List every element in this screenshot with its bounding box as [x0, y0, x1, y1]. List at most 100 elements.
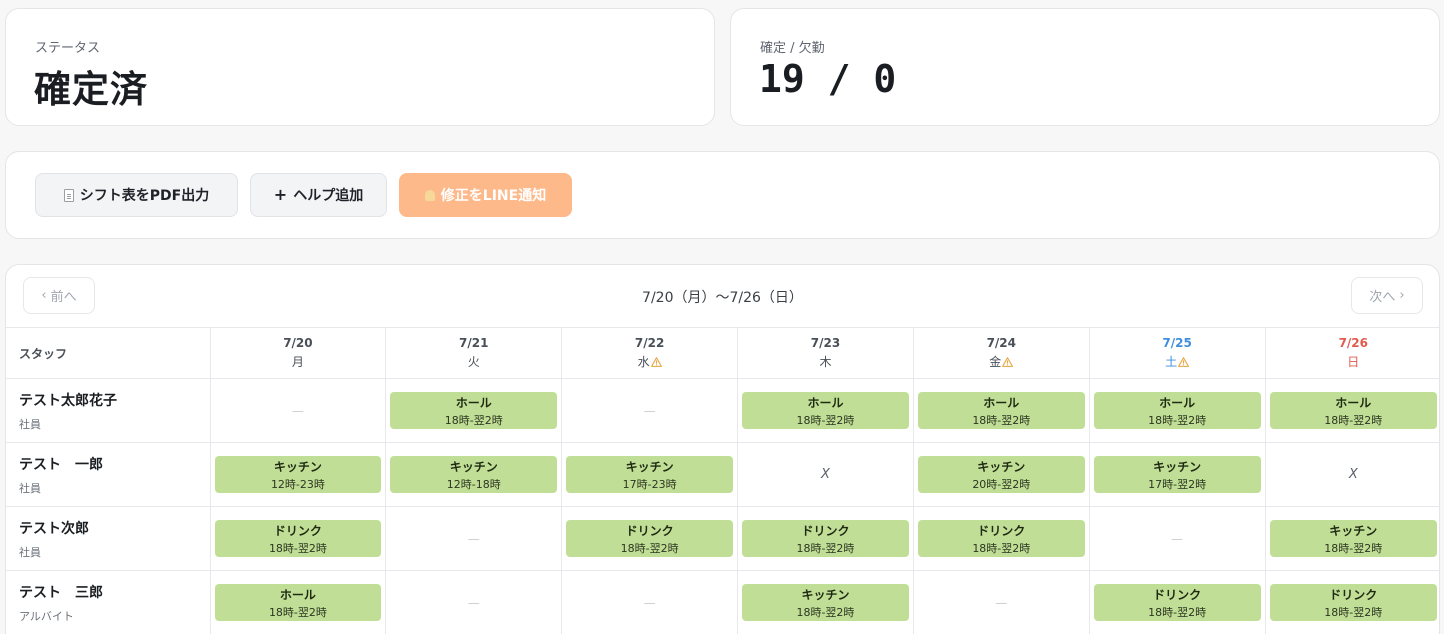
staff-role: 社員 [19, 481, 41, 495]
shift-cell[interactable]: X [737, 442, 914, 507]
day-of-week: 水 [562, 353, 737, 370]
shift-cell[interactable]: X [1265, 442, 1439, 507]
export-pdf-button[interactable]: シフト表をPDF出力 [35, 173, 238, 217]
shift-cell[interactable]: — [913, 570, 1090, 634]
shift-cell[interactable]: ホール 18時-翌2時 [210, 570, 387, 634]
table-row: テスト太郎花子 社員 — ホール 18時-翌2時 — ホール 18時-翌2時 ホール 18時-翌2… [6, 378, 1439, 443]
confirmed-absent-card: 確定 / 欠勤 19 / 0 [730, 8, 1440, 126]
shift-block[interactable]: ホール 18時-翌2時 [1093, 392, 1261, 429]
shift-block[interactable]: ドリンク 18時-翌2時 [917, 520, 1085, 557]
shift-cell[interactable]: — [210, 378, 387, 443]
shift-block[interactable]: キッチン 18時-翌2時 [742, 584, 909, 622]
shift-cell[interactable]: ドリンク 18時-翌2時 [737, 506, 914, 571]
shift-block[interactable]: ドリンク 18時-翌2時 [566, 520, 734, 557]
shift-role: キッチン [801, 587, 850, 602]
day-of-week-label: 水 [637, 355, 650, 369]
day-of-week: 火 [386, 353, 561, 370]
staff-name: テスト次郎 [19, 520, 89, 537]
shift-block[interactable]: ドリンク 18時-翌2時 [1269, 584, 1437, 622]
shift-block[interactable]: ホール 18時-翌2時 [214, 584, 382, 622]
shift-cell[interactable]: キッチン 20時-翌2時 [913, 442, 1090, 507]
day-of-week: 金 [914, 353, 1089, 370]
notify-line-label: 修正をLINE通知 [440, 188, 547, 204]
day-header: 7/25 土 [1089, 327, 1266, 379]
shift-time: 18時-翌2時 [620, 541, 679, 555]
staff-name: テスト 三郎 [19, 584, 103, 601]
staff-cell: テスト 三郎 アルバイト [6, 570, 211, 634]
shift-cell[interactable]: キッチン 18時-翌2時 [737, 570, 914, 634]
shift-cell[interactable]: ホール 18時-翌2時 [737, 378, 914, 443]
shift-time: 18時-翌2時 [1324, 605, 1383, 619]
warning-icon [1002, 357, 1014, 367]
day-of-week: 土 [1090, 353, 1265, 370]
day-of-week: 月 [211, 353, 386, 370]
shift-cell[interactable]: ホール 18時-翌2時 [1089, 378, 1266, 443]
shift-role: ドリンク [977, 523, 1026, 538]
shift-cell[interactable]: — [385, 570, 563, 634]
shift-cell[interactable]: ドリンク 18時-翌2時 [913, 506, 1090, 571]
shift-block[interactable]: キッチン 12時-23時 [214, 456, 382, 493]
shift-role: ホール [983, 395, 1020, 410]
shift-block[interactable]: ホール 18時-翌2時 [390, 392, 558, 429]
day-of-week-label: 月 [291, 355, 304, 369]
shift-cell[interactable]: — [1089, 506, 1266, 571]
shift-block[interactable]: キッチン 20時-翌2時 [917, 456, 1085, 493]
shift-block[interactable]: キッチン 17時-翌2時 [1093, 456, 1261, 493]
empty-mark: — [467, 531, 480, 546]
shift-cell[interactable]: — [561, 378, 739, 443]
add-help-button[interactable]: + ヘルプ追加 [250, 173, 387, 217]
staff-column-header: スタッフ [6, 327, 211, 379]
shift-role: キッチン [449, 459, 498, 474]
unavailable-mark: X [821, 467, 830, 482]
shift-cell[interactable]: ドリンク 18時-翌2時 [1089, 570, 1266, 634]
shift-cell[interactable]: ホール 18時-翌2時 [385, 378, 563, 443]
shift-cell[interactable]: — [385, 506, 563, 571]
shift-cell[interactable]: ホール 18時-翌2時 [913, 378, 1090, 443]
shift-block[interactable]: キッチン 18時-翌2時 [1269, 520, 1437, 557]
shift-cell[interactable]: — [561, 570, 739, 634]
shift-block[interactable]: ホール 18時-翌2時 [917, 392, 1085, 429]
shift-cell[interactable]: キッチン 12時-18時 [385, 442, 563, 507]
table-header-row: スタッフ 7/20 月 7/21 火 7/22 水 7/23 木 7/24 金 7/25 土 7/26 日 [6, 327, 1439, 379]
table-row: テスト次郎 社員 ドリンク 18時-翌2時 — ドリンク 18時-翌2時 ドリンク 18時-翌2… [6, 506, 1439, 571]
bell-icon [424, 189, 435, 201]
shift-block[interactable]: ドリンク 18時-翌2時 [742, 520, 909, 557]
empty-mark: — [467, 595, 480, 610]
shift-block[interactable]: キッチン 17時-23時 [566, 456, 734, 493]
shift-cell[interactable]: ホール 18時-翌2時 [1265, 378, 1439, 443]
staff-cell: テスト 一郎 社員 [6, 442, 211, 507]
notify-line-button[interactable]: 修正をLINE通知 [399, 173, 572, 217]
shift-time: 12時-18時 [446, 477, 501, 491]
shift-role: ホール [1159, 395, 1196, 410]
shift-block[interactable]: ドリンク 18時-翌2時 [214, 520, 382, 557]
shift-time: 18時-翌2時 [1324, 413, 1383, 427]
shift-time: 18時-翌2時 [1148, 413, 1207, 427]
shift-time: 18時-翌2時 [268, 541, 327, 555]
shift-cell[interactable]: キッチン 18時-翌2時 [1265, 506, 1439, 571]
shift-role: キッチン [1153, 459, 1202, 474]
shift-role: ドリンク [1329, 587, 1378, 602]
warning-icon [650, 357, 662, 367]
shift-block[interactable]: ホール 18時-翌2時 [1269, 392, 1437, 429]
shift-cell[interactable]: ドリンク 18時-翌2時 [210, 506, 387, 571]
shift-role: ドリンク [1153, 587, 1202, 602]
day-date: 7/24 [986, 336, 1017, 350]
shift-cell[interactable]: ドリンク 18時-翌2時 [561, 506, 739, 571]
shift-block[interactable]: ドリンク 18時-翌2時 [1093, 584, 1261, 622]
day-header: 7/20 月 [210, 327, 387, 379]
day-of-week-label: 土 [1165, 355, 1178, 369]
add-help-label: ヘルプ追加 [293, 188, 364, 204]
next-week-button[interactable]: 次へ › [1351, 277, 1423, 314]
day-header: 7/26 日 [1265, 327, 1439, 379]
shift-cell[interactable]: ドリンク 18時-翌2時 [1265, 570, 1439, 634]
shift-block[interactable]: ホール 18時-翌2時 [742, 392, 909, 429]
shift-time: 20時-翌2時 [972, 477, 1031, 491]
shift-cell[interactable]: キッチン 12時-23時 [210, 442, 387, 507]
shift-cell[interactable]: キッチン 17時-23時 [561, 442, 739, 507]
day-date: 7/26 [1338, 336, 1368, 350]
day-date: 7/25 [1162, 336, 1192, 350]
shift-block[interactable]: キッチン 12時-18時 [390, 456, 558, 493]
day-of-week-label: 木 [819, 355, 832, 369]
shift-cell[interactable]: キッチン 17時-翌2時 [1089, 442, 1266, 507]
day-date: 7/20 [283, 336, 313, 350]
